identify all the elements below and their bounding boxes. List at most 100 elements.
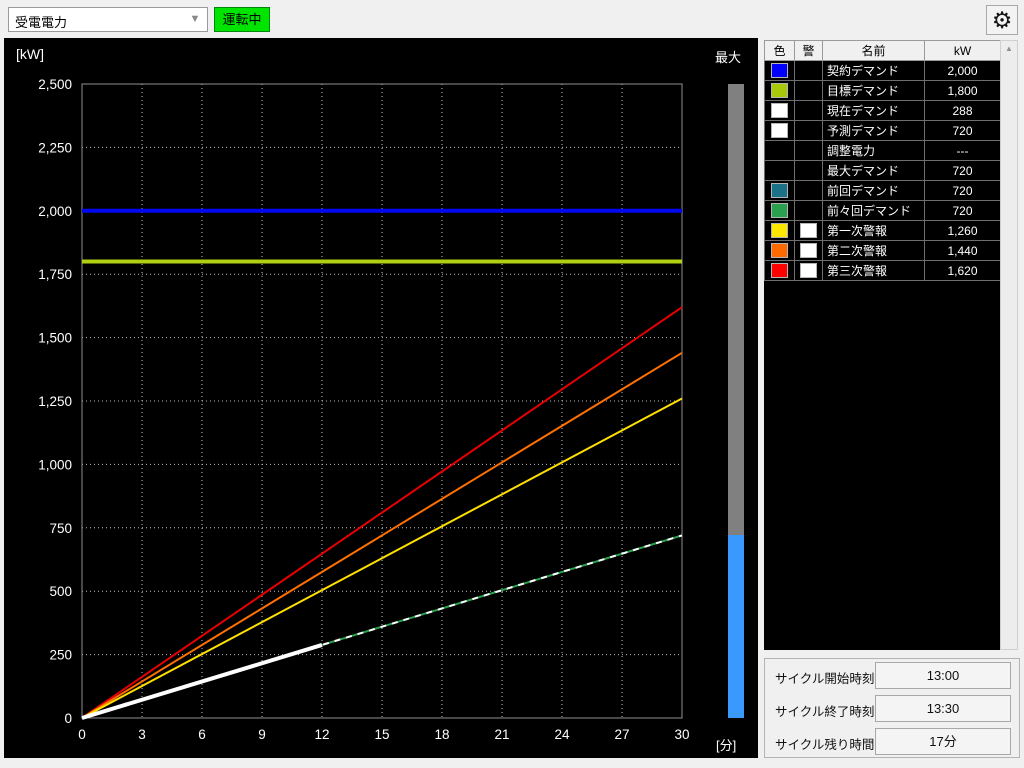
row-kw-value: 720 <box>925 121 1001 141</box>
svg-text:750: 750 <box>49 521 72 536</box>
svg-text:2,500: 2,500 <box>38 77 72 92</box>
color-swatch <box>771 83 788 98</box>
svg-text:27: 27 <box>614 727 629 742</box>
color-swatch <box>771 223 788 238</box>
svg-text:15: 15 <box>374 727 389 742</box>
row-name: 前回デマンド <box>823 181 925 201</box>
alarm-checkbox[interactable] <box>800 223 817 238</box>
svg-text:2,250: 2,250 <box>38 140 72 155</box>
svg-text:6: 6 <box>198 727 206 742</box>
table-row[interactable]: 最大デマンド720 <box>765 161 1001 181</box>
alarm-cell <box>795 121 823 141</box>
cycle-info-panel: サイクル開始時刻 13:00 サイクル終了時刻 13:30 サイクル残り時間 1… <box>764 658 1020 758</box>
scroll-up-icon[interactable]: ▲ <box>1001 41 1017 57</box>
alarm-checkbox[interactable] <box>800 263 817 278</box>
color-cell <box>765 221 795 241</box>
table-scrollbar[interactable]: ▲ <box>1000 40 1018 650</box>
color-cell <box>765 261 795 281</box>
table-row[interactable]: 第三次警報1,620 <box>765 261 1001 281</box>
table-row[interactable]: 第二次警報1,440 <box>765 241 1001 261</box>
color-cell <box>765 181 795 201</box>
color-cell <box>765 201 795 221</box>
demand-table: 色警名前kW 契約デマンド2,000目標デマンド1,800現在デマンド288予測… <box>764 40 1001 281</box>
color-swatch <box>771 243 788 258</box>
row-name: 現在デマンド <box>823 101 925 121</box>
svg-text:12: 12 <box>314 727 329 742</box>
legend-table-backdrop: 色警名前kW 契約デマンド2,000目標デマンド1,800現在デマンド288予測… <box>764 40 1000 650</box>
svg-text:3: 3 <box>138 727 146 742</box>
row-name: 目標デマンド <box>823 81 925 101</box>
demand-chart: 02505007501,0001,2501,5001,7502,0002,250… <box>4 38 758 758</box>
settings-button[interactable]: ⚙ <box>986 5 1018 35</box>
color-swatch <box>771 123 788 138</box>
table-row[interactable]: 目標デマンド1,800 <box>765 81 1001 101</box>
gear-icon: ⚙ <box>992 7 1013 33</box>
svg-text:2,000: 2,000 <box>38 204 72 219</box>
color-cell <box>765 81 795 101</box>
table-header: 色 <box>765 41 795 61</box>
cycle-end-label: サイクル終了時刻 <box>775 701 874 720</box>
svg-text:1,000: 1,000 <box>38 457 72 472</box>
cycle-remaining-value: 17分 <box>875 728 1011 755</box>
table-row[interactable]: 前々回デマンド720 <box>765 201 1001 221</box>
color-swatch <box>771 203 788 218</box>
max-demand-gauge <box>728 84 744 718</box>
row-kw-value: 720 <box>925 161 1001 181</box>
color-swatch <box>771 263 788 278</box>
row-kw-value: 720 <box>925 181 1001 201</box>
color-cell <box>765 141 795 161</box>
alarm-cell <box>795 81 823 101</box>
svg-text:1,250: 1,250 <box>38 394 72 409</box>
cycle-start-label: サイクル開始時刻 <box>775 668 874 687</box>
svg-text:9: 9 <box>258 727 266 742</box>
row-kw-value: --- <box>925 141 1001 161</box>
svg-text:18: 18 <box>434 727 449 742</box>
table-row[interactable]: 契約デマンド2,000 <box>765 61 1001 81</box>
row-kw-value: 1,260 <box>925 221 1001 241</box>
table-header: kW <box>925 41 1001 61</box>
alarm-cell <box>795 181 823 201</box>
running-status-button[interactable]: 運転中 <box>214 7 270 32</box>
alarm-cell <box>795 141 823 161</box>
alarm-cell <box>795 201 823 221</box>
svg-text:250: 250 <box>49 648 72 663</box>
color-cell <box>765 161 795 181</box>
row-kw-value: 1,800 <box>925 81 1001 101</box>
svg-text:30: 30 <box>674 727 689 742</box>
color-cell <box>765 101 795 121</box>
table-row[interactable]: 前回デマンド720 <box>765 181 1001 201</box>
table-row[interactable]: 現在デマンド288 <box>765 101 1001 121</box>
table-header: 名前 <box>823 41 925 61</box>
svg-text:1,500: 1,500 <box>38 331 72 346</box>
color-swatch <box>771 63 788 78</box>
table-row[interactable]: 予測デマンド720 <box>765 121 1001 141</box>
alarm-cell <box>795 101 823 121</box>
row-name: 第三次警報 <box>823 261 925 281</box>
chevron-down-icon[interactable]: ▼ <box>183 8 207 31</box>
color-cell <box>765 121 795 141</box>
color-swatch <box>771 183 788 198</box>
x-axis-unit-label: [分] <box>716 735 736 754</box>
row-name: 第二次警報 <box>823 241 925 261</box>
cycle-start-value: 13:00 <box>875 662 1011 689</box>
signal-selector-dropdown[interactable]: 受電電力 ▼ <box>8 7 208 32</box>
signal-selector-value: 受電電力 <box>15 12 67 31</box>
row-kw-value: 288 <box>925 101 1001 121</box>
svg-text:0: 0 <box>64 711 72 726</box>
alarm-checkbox[interactable] <box>800 243 817 258</box>
row-name: 調整電力 <box>823 141 925 161</box>
cycle-remaining-row: サイクル残り時間 17分 <box>765 725 1019 758</box>
color-cell <box>765 61 795 81</box>
alarm-cell <box>795 221 823 241</box>
row-name: 最大デマンド <box>823 161 925 181</box>
alarm-cell <box>795 161 823 181</box>
table-row[interactable]: 第一次警報1,260 <box>765 221 1001 241</box>
cycle-remaining-label: サイクル残り時間 <box>775 734 874 753</box>
table-row[interactable]: 調整電力--- <box>765 141 1001 161</box>
color-cell <box>765 241 795 261</box>
svg-text:24: 24 <box>554 727 570 742</box>
alarm-cell <box>795 61 823 81</box>
row-kw-value: 1,620 <box>925 261 1001 281</box>
row-kw-value: 1,440 <box>925 241 1001 261</box>
cycle-end-row: サイクル終了時刻 13:30 <box>765 692 1019 725</box>
